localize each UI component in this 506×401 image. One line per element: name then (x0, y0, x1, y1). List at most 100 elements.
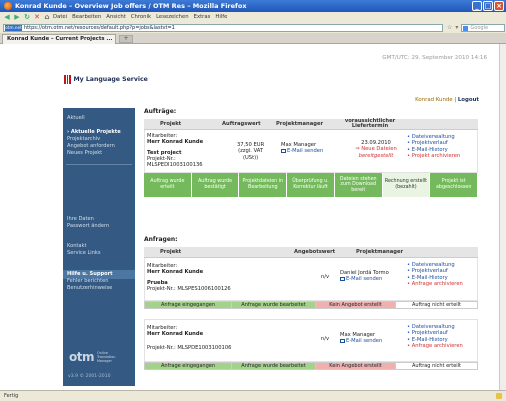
auftraege-title: Aufträge: (144, 108, 177, 115)
email-link[interactable]: E-Mail senden (340, 276, 389, 282)
otm-logo-text: otm (69, 350, 94, 364)
sidebar-item-kontakt[interactable]: Kontakt (67, 243, 101, 250)
menu-chronik[interactable]: Chronik (131, 14, 151, 20)
anfrage2-project-cell: Mitarbeiter: Herr Konrad Kunde Projekt-N… (147, 325, 231, 351)
link-anfrage-archivieren[interactable]: • Anfrage archivieren (407, 281, 463, 287)
minimize-button[interactable]: _ (472, 1, 482, 11)
sidebar-heading-aktuell: Aktuell (67, 115, 85, 121)
firefox-icon (4, 2, 12, 10)
new-files-link-2[interactable]: bereitgestellt (351, 153, 401, 159)
status-nicht-erteilt: Auftrag nicht erteilt (396, 363, 477, 369)
site-identity-badge[interactable]: otm.net (5, 24, 22, 31)
auftrag-progress-steps: Auftrag wurde erteilt Auftrag wurde best… (144, 173, 479, 197)
col-projektmanager: Projektmanager (276, 121, 324, 127)
mail-icon (340, 339, 345, 343)
step-abgeschlossen: Projekt ist abgeschlossen (430, 173, 479, 197)
link-anfrage-archivieren[interactable]: • Anfrage archivieren (407, 343, 463, 349)
menu-hilfe[interactable]: Hilfe (215, 14, 227, 20)
status-text: Fertig (4, 393, 19, 399)
back-icon[interactable]: ◀ (3, 13, 11, 21)
logout-link[interactable]: Logout (458, 97, 479, 103)
sidebar-item-projektarchiv[interactable]: Projektarchiv (67, 136, 121, 143)
ssl-lock-icon[interactable] (496, 393, 502, 399)
gmt-time: GMT/UTC: 29. September 2010 14:16 (382, 55, 487, 61)
browser-statusbar: Fertig (0, 390, 506, 401)
step-rechnung: Rechnung erstellt (bezahlt) (382, 173, 431, 197)
anfrage-row-1: Mitarbeiter: Herr Konrad Kunde Prueba Pr… (144, 258, 478, 301)
stop-icon[interactable]: ✕ (33, 13, 41, 21)
sidebar-item-fehler[interactable]: Fehler berichten (67, 278, 113, 285)
step-bestaetigt: Auftrag wurde bestätigt (191, 173, 240, 197)
sidebar-divider (66, 164, 132, 165)
tab-current-projects[interactable]: Konrad Kunde – Current Projects ... (2, 34, 116, 44)
vertical-scrollbar[interactable] (499, 44, 506, 390)
logo-bars-icon (64, 75, 71, 84)
status-kein-angebot: Kein Angebot erstellt (316, 302, 396, 308)
sidebar-item-ihre-daten[interactable]: Ihre Daten (67, 216, 109, 223)
email-link[interactable]: E-Mail senden (281, 148, 323, 154)
bookmark-star-icon[interactable]: ☆ (447, 24, 452, 31)
reload-icon[interactable]: ↻ (23, 13, 31, 21)
sidebar-item-benutzerhinweise[interactable]: Benutzerhinweise (67, 285, 113, 292)
anfrage2-actions: • Dateiverwaltung • Projektverlauf • E-M… (407, 324, 463, 349)
url-toolbar: otm.net https://otm.otm.net/resources/de… (0, 22, 506, 33)
status-kein-angebot: Kein Angebot erstellt (316, 363, 396, 369)
close-button[interactable]: × (494, 1, 504, 11)
auftrag-project-cell: Mitarbeiter: Herr Konrad Kunde Test proj… (147, 133, 203, 168)
logo-text: My Language Service (73, 76, 148, 83)
col-projekt-anfrage: Projekt (160, 249, 182, 255)
anfragen-title: Anfragen: (144, 236, 178, 243)
auftrag-price-note2: (USt)) (242, 154, 259, 161)
anfrage1-actions: • Dateiverwaltung • Projektverlauf • E-M… (407, 262, 463, 287)
dropdown-chevron-icon[interactable]: ▾ (455, 24, 458, 31)
auftrag-manager-cell: Max Manager E-Mail senden (281, 142, 323, 155)
browser-menubar: ◀ ▶ ↻ ✕ ⌂ Datei Bearbeiten Ansicht Chron… (0, 12, 506, 22)
email-link[interactable]: E-Mail senden (340, 338, 382, 344)
otm-logo: otm Online Translation Manager (69, 350, 115, 364)
auftrag-price-note: (zzgl. VAT (238, 148, 264, 155)
staff-name: Herr Konrad Kunde (147, 139, 204, 146)
menu-lesezeichen[interactable]: Lesezeichen (156, 14, 189, 20)
otm-logo-caption: Online Translation Manager (96, 351, 116, 363)
anfrage2-manager-cell: Max Manager E-Mail senden (340, 332, 382, 345)
status-bearbeitet: Anfrage wurde bearbeitet (232, 363, 316, 369)
version-text: v3.9 © 2001-2010 (68, 374, 111, 379)
link-projekt-archivieren[interactable]: • Projekt archivieren (407, 153, 460, 159)
status-eingegangen: Anfrage eingegangen (145, 363, 232, 369)
sidebar-item-service-links[interactable]: Service Links (67, 250, 101, 257)
url-text: https://otm.otm.net/resources/default.ph… (24, 24, 175, 31)
col-auftragswert: Auftragswert (222, 121, 261, 127)
url-input[interactable]: otm.net https://otm.otm.net/resources/de… (3, 23, 443, 32)
sidebar-section-kontakt: Kontakt Service Links (67, 243, 101, 257)
auftrag-actions: • Dateiverwaltung • Projektverlauf • E-M… (407, 134, 460, 159)
project-no: Projekt-Nr.: MLSPES1006100126 (147, 285, 231, 292)
forward-icon[interactable]: ▶ (13, 13, 21, 21)
url-tools: ☆ ▾ Google (447, 23, 506, 32)
new-files-link-1[interactable]: ⇒ Neue Dateien (351, 146, 401, 152)
sidebar-item-aktuelle-projekte[interactable]: › Aktuelle Projekte (67, 129, 121, 136)
project-no: Projekt-Nr.: MLSPDE1003100106 (147, 344, 232, 351)
window-controls: _ □ × (472, 1, 504, 11)
sidebar-section-support: Hilfe u. Support Fehler berichten Benutz… (67, 271, 113, 292)
menu-extras[interactable]: Extras (194, 14, 211, 20)
mail-icon (281, 149, 286, 153)
status-bearbeitet: Anfrage wurde bearbeitet (232, 302, 316, 308)
link-separator: | (454, 97, 457, 103)
anfragen-table-header: Projekt Angebotswert Projektmanager (144, 247, 478, 258)
maximize-button[interactable]: □ (483, 1, 493, 11)
sidebar-item-neues-projekt[interactable]: Neues Projekt (67, 150, 121, 157)
user-name-link[interactable]: Konrad Kunde (415, 97, 452, 103)
anfrage1-manager-cell: Daniel Jordá Tormo E-Mail senden (340, 270, 389, 283)
home-icon[interactable]: ⌂ (43, 13, 51, 21)
menu-datei[interactable]: Datei (53, 14, 67, 20)
sidebar-item-hilfe[interactable]: Hilfe u. Support (67, 271, 113, 278)
step-erteilt: Auftrag wurde erteilt (144, 173, 192, 197)
search-input[interactable]: Google (461, 23, 506, 32)
col-liefertermin: voraussichtlicher Liefertermin (344, 117, 396, 129)
anfrage-row-2: Mitarbeiter: Herr Konrad Kunde Projekt-N… (144, 319, 478, 362)
menu-bearbeiten[interactable]: Bearbeiten (72, 14, 101, 20)
new-tab-button[interactable]: + (119, 35, 133, 43)
sidebar-item-angebot-anfordern[interactable]: Angebot anfordern (67, 143, 121, 150)
menu-ansicht[interactable]: Ansicht (106, 14, 126, 20)
sidebar-item-passwort[interactable]: Passwort ändern (67, 223, 109, 230)
